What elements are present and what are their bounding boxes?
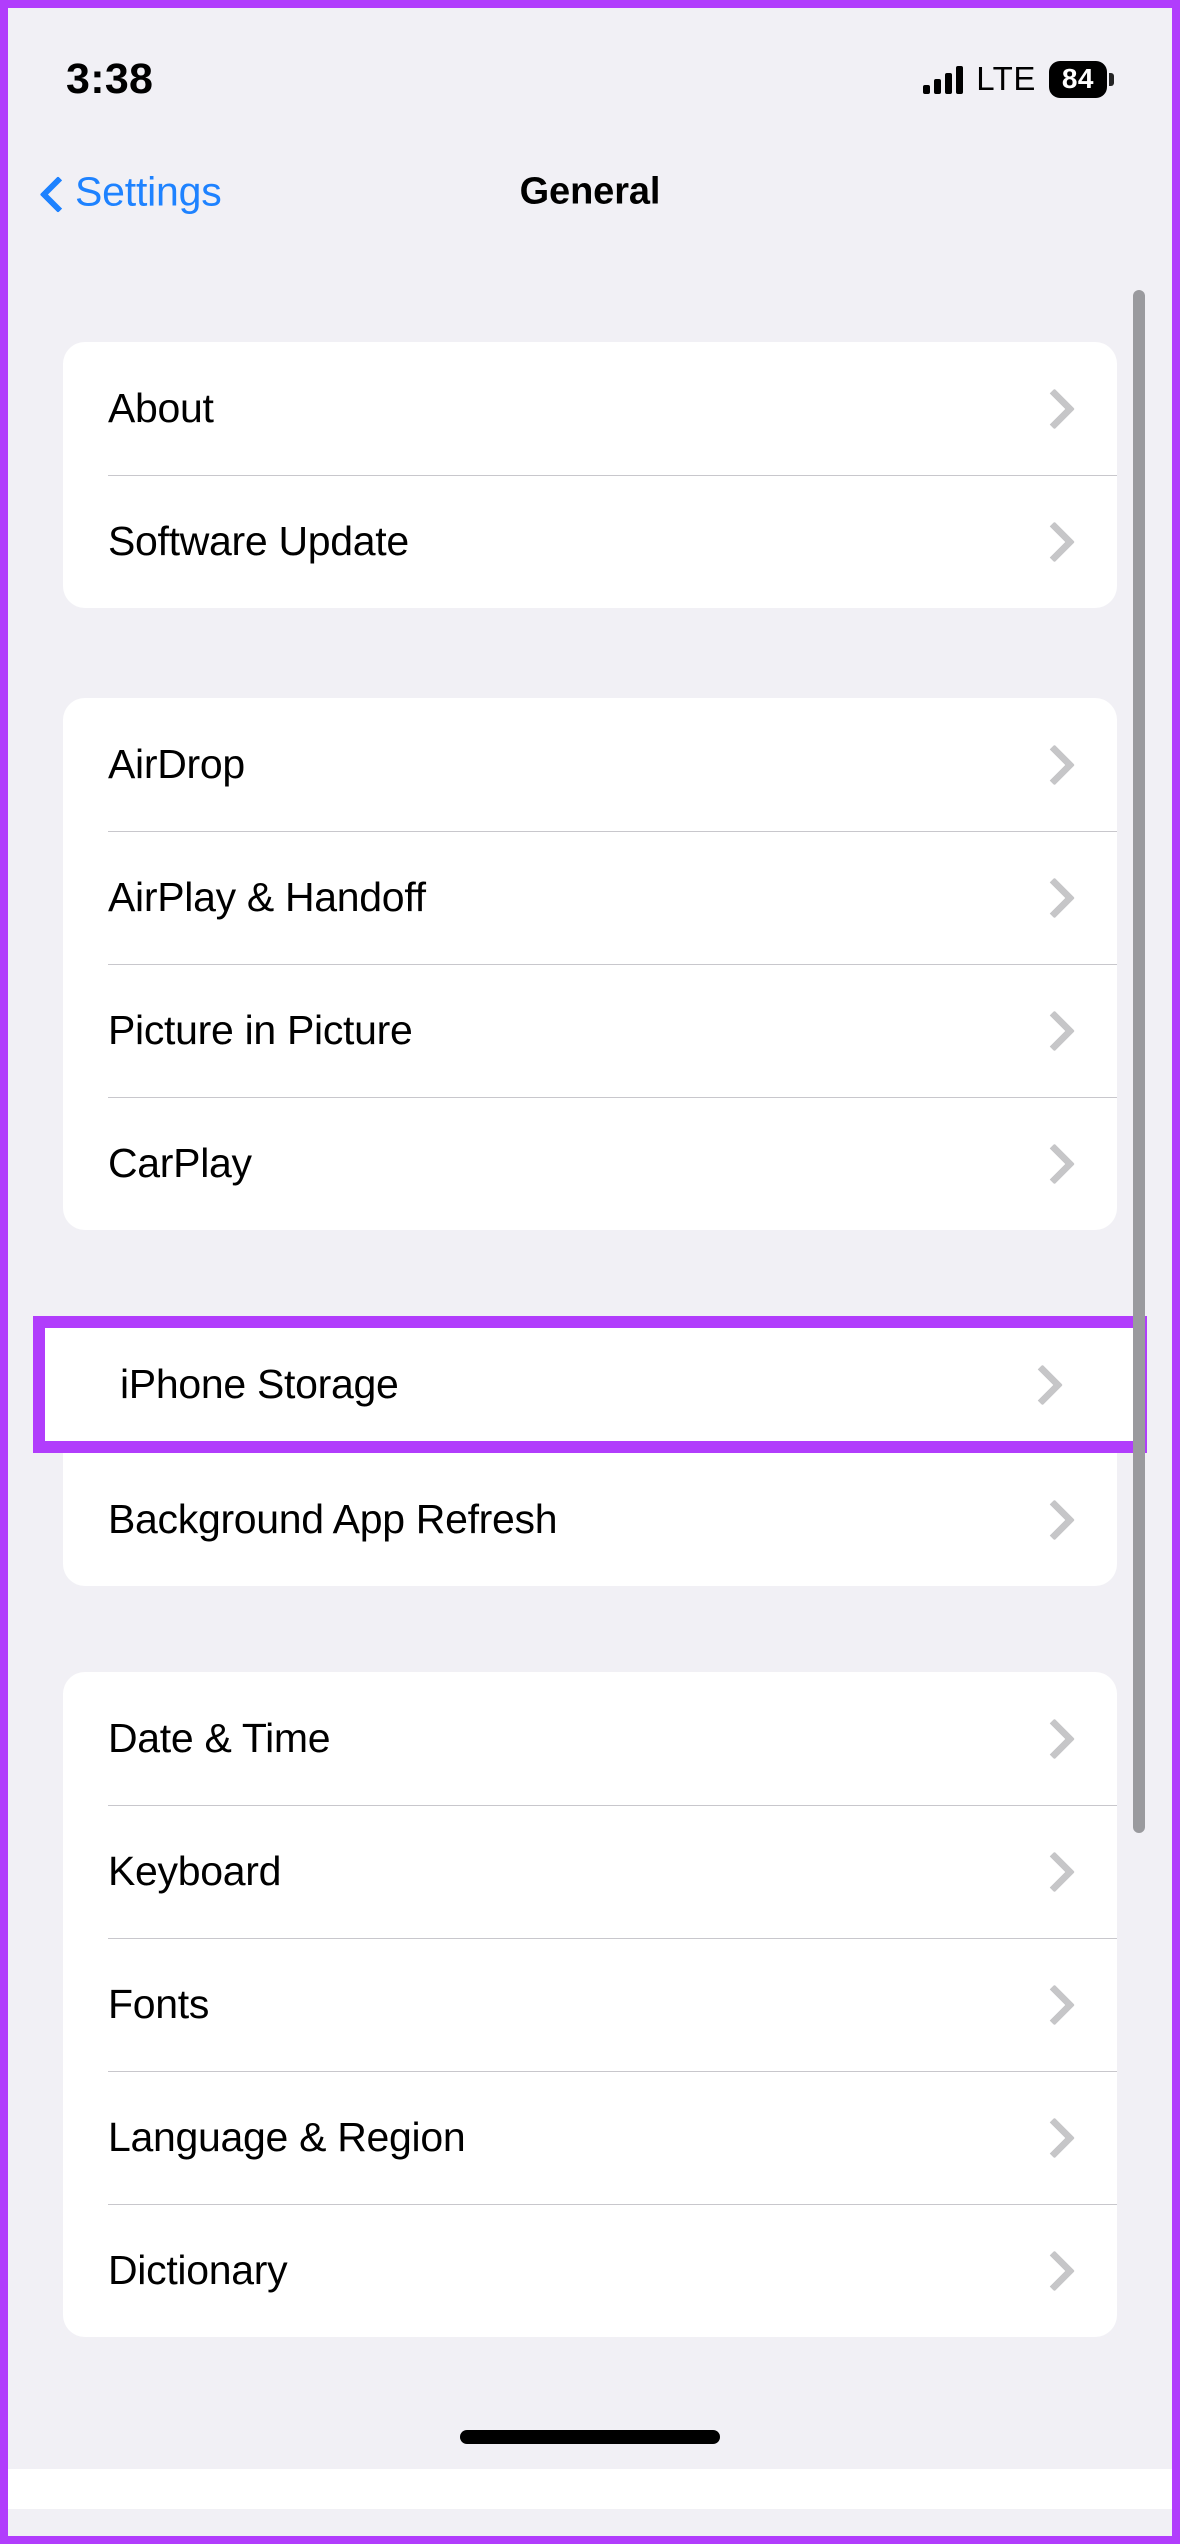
settings-row-picture-in-picture[interactable]: Picture in Picture: [63, 964, 1117, 1097]
page-title: General: [519, 170, 661, 213]
settings-row-about[interactable]: About: [63, 342, 1117, 475]
chevron-right-icon: [1033, 1498, 1076, 1541]
chevron-right-icon: [1033, 520, 1076, 563]
settings-row-language-region[interactable]: Language & Region: [63, 2071, 1117, 2204]
settings-row-date-time[interactable]: Date & Time: [63, 1672, 1117, 1805]
chevron-right-icon: [1033, 1983, 1076, 2026]
row-label: Dictionary: [108, 2247, 288, 2293]
settings-row-software-update[interactable]: Software Update: [63, 475, 1117, 608]
chevron-right-icon: [1033, 1850, 1076, 1893]
settings-row-airdrop[interactable]: AirDrop: [63, 698, 1117, 831]
settings-group-connectivity: AirDrop AirPlay & Handoff Picture in Pic…: [63, 698, 1117, 1230]
settings-group-localization: Date & Time Keyboard Fonts Language & Re…: [63, 1672, 1117, 2337]
chevron-right-icon: [1033, 1142, 1076, 1185]
settings-row-airplay-handoff[interactable]: AirPlay & Handoff: [63, 831, 1117, 964]
iphone-settings-screen: 3:38 LTE 84 Settings General About Softw…: [0, 0, 1180, 2544]
row-label: AirPlay & Handoff: [108, 874, 426, 920]
chevron-right-icon: [1033, 876, 1076, 919]
chevron-right-icon: [1033, 2249, 1076, 2292]
highlight-annotation-iphone-storage: iPhone Storage: [33, 1316, 1147, 1453]
row-label: Picture in Picture: [108, 1007, 413, 1053]
settings-row-iphone-storage[interactable]: iPhone Storage: [45, 1328, 1135, 1441]
row-label: Software Update: [108, 518, 409, 564]
settings-row-dictionary[interactable]: Dictionary: [63, 2204, 1117, 2337]
vertical-scrollbar[interactable]: [1133, 290, 1145, 1833]
settings-row-background-app-refresh[interactable]: Background App Refresh: [63, 1453, 1117, 1586]
row-label: CarPlay: [108, 1140, 252, 1186]
battery-nub: [1109, 72, 1114, 86]
cellular-signal-icon: [923, 64, 964, 94]
row-label: Date & Time: [108, 1715, 331, 1761]
chevron-right-icon: [1033, 2116, 1076, 2159]
chevron-right-icon: [1033, 1717, 1076, 1760]
navigation-bar: Settings General: [8, 136, 1172, 248]
chevron-right-icon: [1033, 1009, 1076, 1052]
home-indicator[interactable]: [460, 2430, 720, 2444]
chevron-right-icon: [1033, 387, 1076, 430]
settings-group-storage-tail: Background App Refresh: [63, 1453, 1117, 1586]
status-time: 3:38: [66, 54, 154, 103]
row-label: Language & Region: [108, 2114, 466, 2160]
row-label: About: [108, 385, 214, 431]
status-indicators: LTE 84: [923, 60, 1114, 98]
chevron-right-icon: [1033, 743, 1076, 786]
row-label: AirDrop: [108, 741, 245, 787]
row-label: iPhone Storage: [120, 1361, 399, 1407]
settings-list: About Software Update AirDrop AirPlay & …: [8, 248, 1172, 2536]
settings-row-fonts[interactable]: Fonts: [63, 1938, 1117, 2071]
row-label: Fonts: [108, 1981, 210, 2027]
row-label: Keyboard: [108, 1848, 282, 1894]
bottom-white-strip: [8, 2469, 1172, 2509]
chevron-right-icon: [1021, 1363, 1064, 1406]
network-type-label: LTE: [976, 60, 1036, 97]
battery-level-label: 84: [1048, 60, 1107, 98]
status-bar: 3:38 LTE 84: [8, 8, 1172, 136]
battery-icon: 84: [1048, 60, 1114, 98]
settings-row-carplay[interactable]: CarPlay: [63, 1097, 1117, 1230]
settings-group-info: About Software Update: [63, 342, 1117, 608]
settings-row-keyboard[interactable]: Keyboard: [63, 1805, 1117, 1938]
row-label: Background App Refresh: [108, 1496, 558, 1542]
